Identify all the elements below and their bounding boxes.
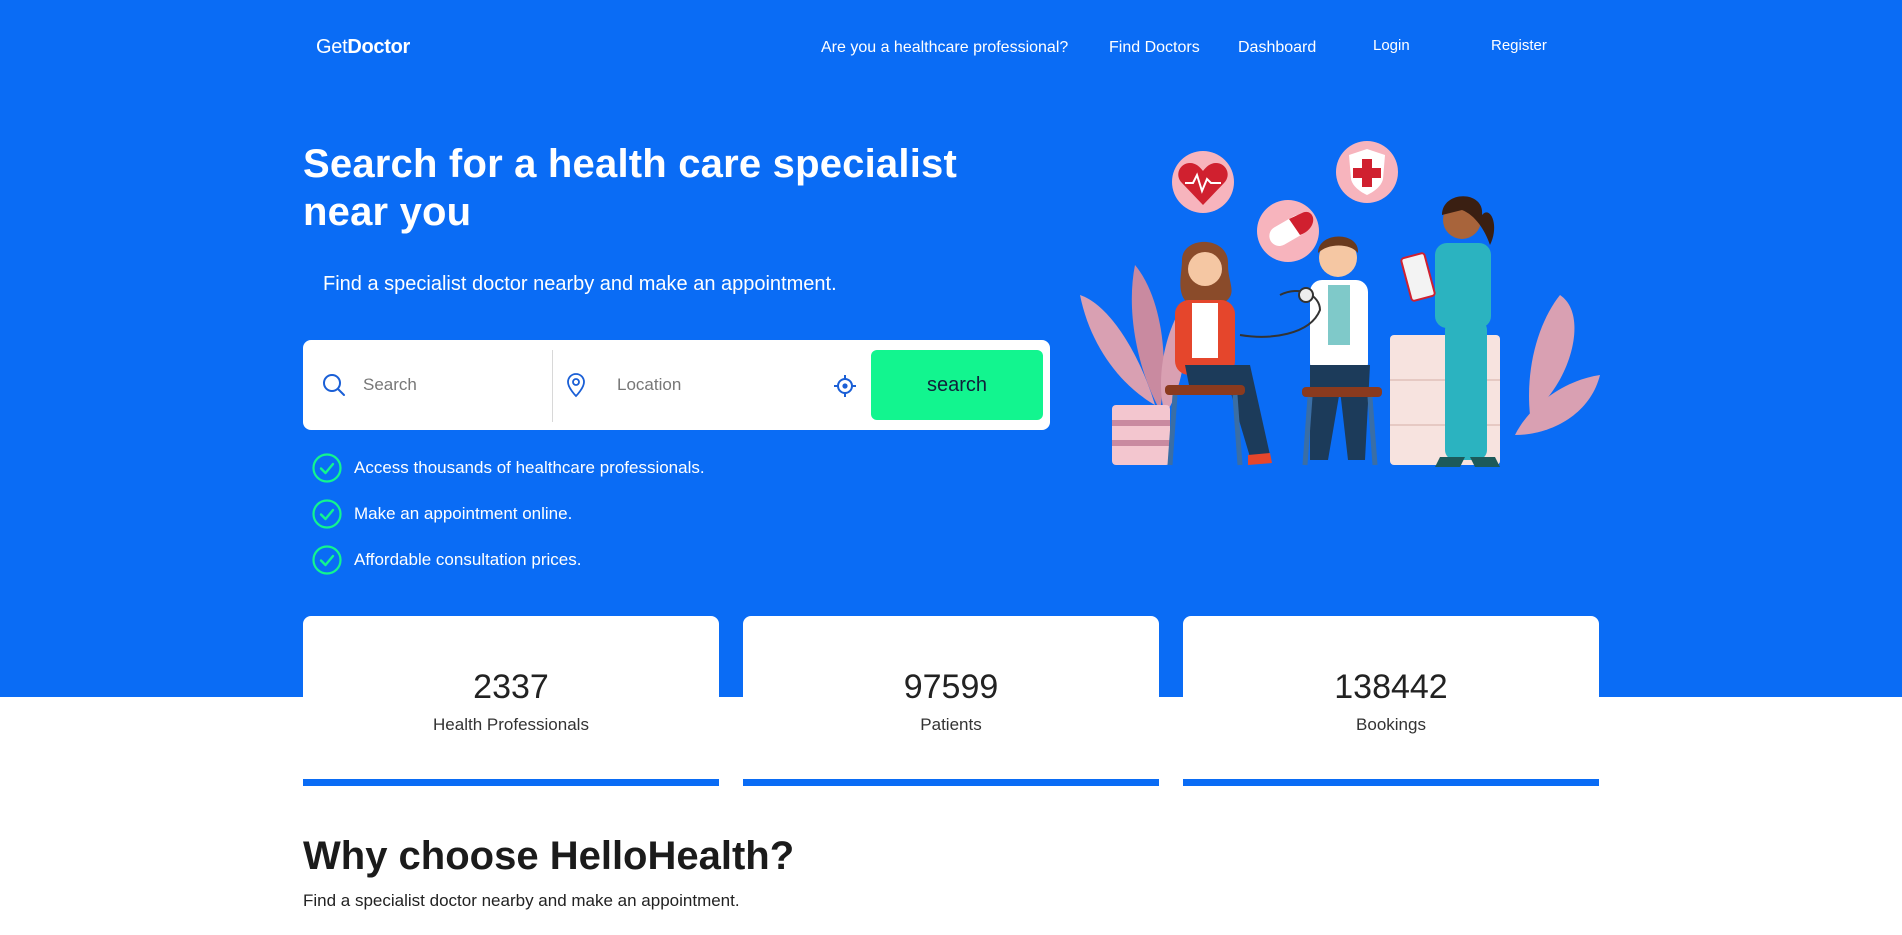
- feature-text: Affordable consultation prices.: [354, 550, 582, 569]
- search-input[interactable]: [363, 375, 513, 395]
- doctor-illustration: [1080, 141, 1600, 467]
- feature-text: Access thousands of healthcare professio…: [354, 458, 705, 477]
- logo[interactable]: GetDoctor: [316, 36, 410, 59]
- stat-value: 2337: [473, 668, 549, 706]
- feature-text: Make an appointment online.: [354, 504, 573, 523]
- search-icon: [321, 372, 347, 398]
- check-circle-icon: [311, 544, 343, 576]
- map-pin-icon: [565, 372, 587, 398]
- nav-link-find-doctors[interactable]: Find Doctors: [1109, 39, 1200, 57]
- pill-icon: [1257, 200, 1319, 262]
- stat-label: Health Professionals: [433, 715, 589, 734]
- nav-link-register[interactable]: Register: [1491, 37, 1547, 54]
- feature-item: Access thousands of healthcare professio…: [311, 452, 705, 484]
- feature-item: Affordable consultation prices.: [311, 544, 581, 576]
- search-button[interactable]: search: [871, 350, 1043, 420]
- why-section-title: Why choose HelloHealth?: [303, 834, 795, 878]
- nav-link-login[interactable]: Login: [1373, 37, 1410, 54]
- stat-card-patients: 97599 Patients: [743, 616, 1159, 786]
- heart-pulse-icon: [1172, 151, 1234, 213]
- search-divider: [552, 350, 553, 422]
- location-field: [565, 340, 865, 430]
- stat-label: Bookings: [1356, 715, 1426, 734]
- hero-subtitle: Find a specialist doctor nearby and make…: [323, 273, 837, 295]
- nav-link-dashboard[interactable]: Dashboard: [1238, 39, 1316, 57]
- feature-item: Make an appointment online.: [311, 498, 572, 530]
- check-circle-icon: [311, 498, 343, 530]
- stat-value: 97599: [903, 668, 999, 706]
- stat-value: 138442: [1334, 668, 1448, 706]
- locate-target-icon[interactable]: [833, 374, 857, 398]
- nav-link-healthcare-professional[interactable]: Are you a healthcare professional?: [821, 39, 1068, 57]
- medical-cross-shield-icon: [1336, 141, 1398, 203]
- location-input[interactable]: [617, 375, 767, 395]
- search-bar: search: [303, 340, 1050, 430]
- logo-bold: Doctor: [347, 36, 410, 58]
- hero-section: GetDoctor Are you a healthcare professio…: [0, 0, 1902, 697]
- logo-prefix: Get: [316, 36, 348, 58]
- plant-right: [1515, 295, 1600, 435]
- stat-card-health-professionals: 2337 Health Professionals: [303, 616, 719, 786]
- check-circle-icon: [311, 452, 343, 484]
- stat-card-bookings: 138442 Bookings: [1183, 616, 1599, 786]
- search-field: [321, 340, 549, 430]
- stat-label: Patients: [920, 715, 982, 734]
- why-section-subtitle: Find a specialist doctor nearby and make…: [303, 891, 740, 910]
- plant-left: [1080, 265, 1185, 465]
- hero-title: Search for a health care specialist near…: [303, 142, 957, 234]
- patient-figure: [1165, 241, 1272, 466]
